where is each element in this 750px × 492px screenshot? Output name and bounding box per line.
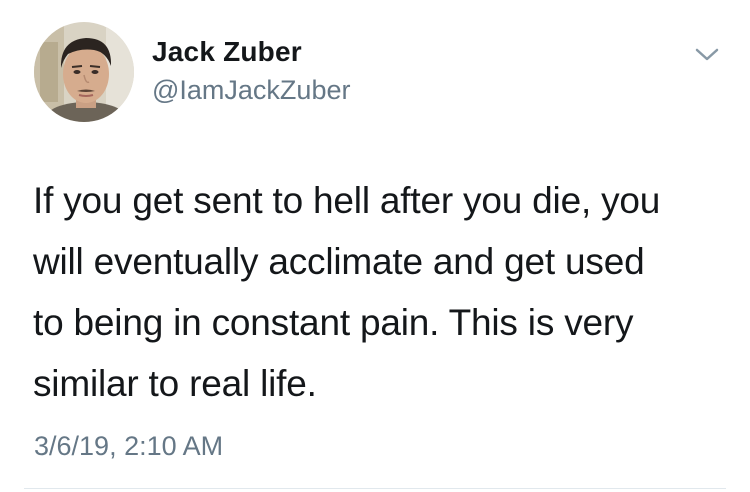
tweet-menu-button[interactable]: [694, 46, 720, 64]
avatar[interactable]: [34, 22, 134, 122]
tweet-text-line: If you get sent to hell after you die, y…: [33, 180, 661, 221]
tweet-text-line: will eventually acclimate and get used: [33, 241, 645, 282]
tweet-text: If you get sent to hell after you die, y…: [33, 170, 733, 414]
divider: [24, 488, 726, 489]
chevron-down-icon: [695, 48, 719, 61]
author-name[interactable]: Jack Zuber: [152, 34, 350, 70]
avatar-image: [34, 22, 134, 122]
tweet-text-line: to being in constant pain. This is very: [33, 302, 634, 343]
tweet-timestamp[interactable]: 3/6/19, 2:10 AM: [34, 428, 223, 464]
author-info: Jack Zuber @IamJackZuber: [152, 34, 350, 108]
tweet-card: Jack Zuber @IamJackZuber If you get sent…: [0, 0, 750, 492]
tweet-text-line: similar to real life.: [33, 363, 317, 404]
author-handle[interactable]: @IamJackZuber: [152, 72, 350, 108]
